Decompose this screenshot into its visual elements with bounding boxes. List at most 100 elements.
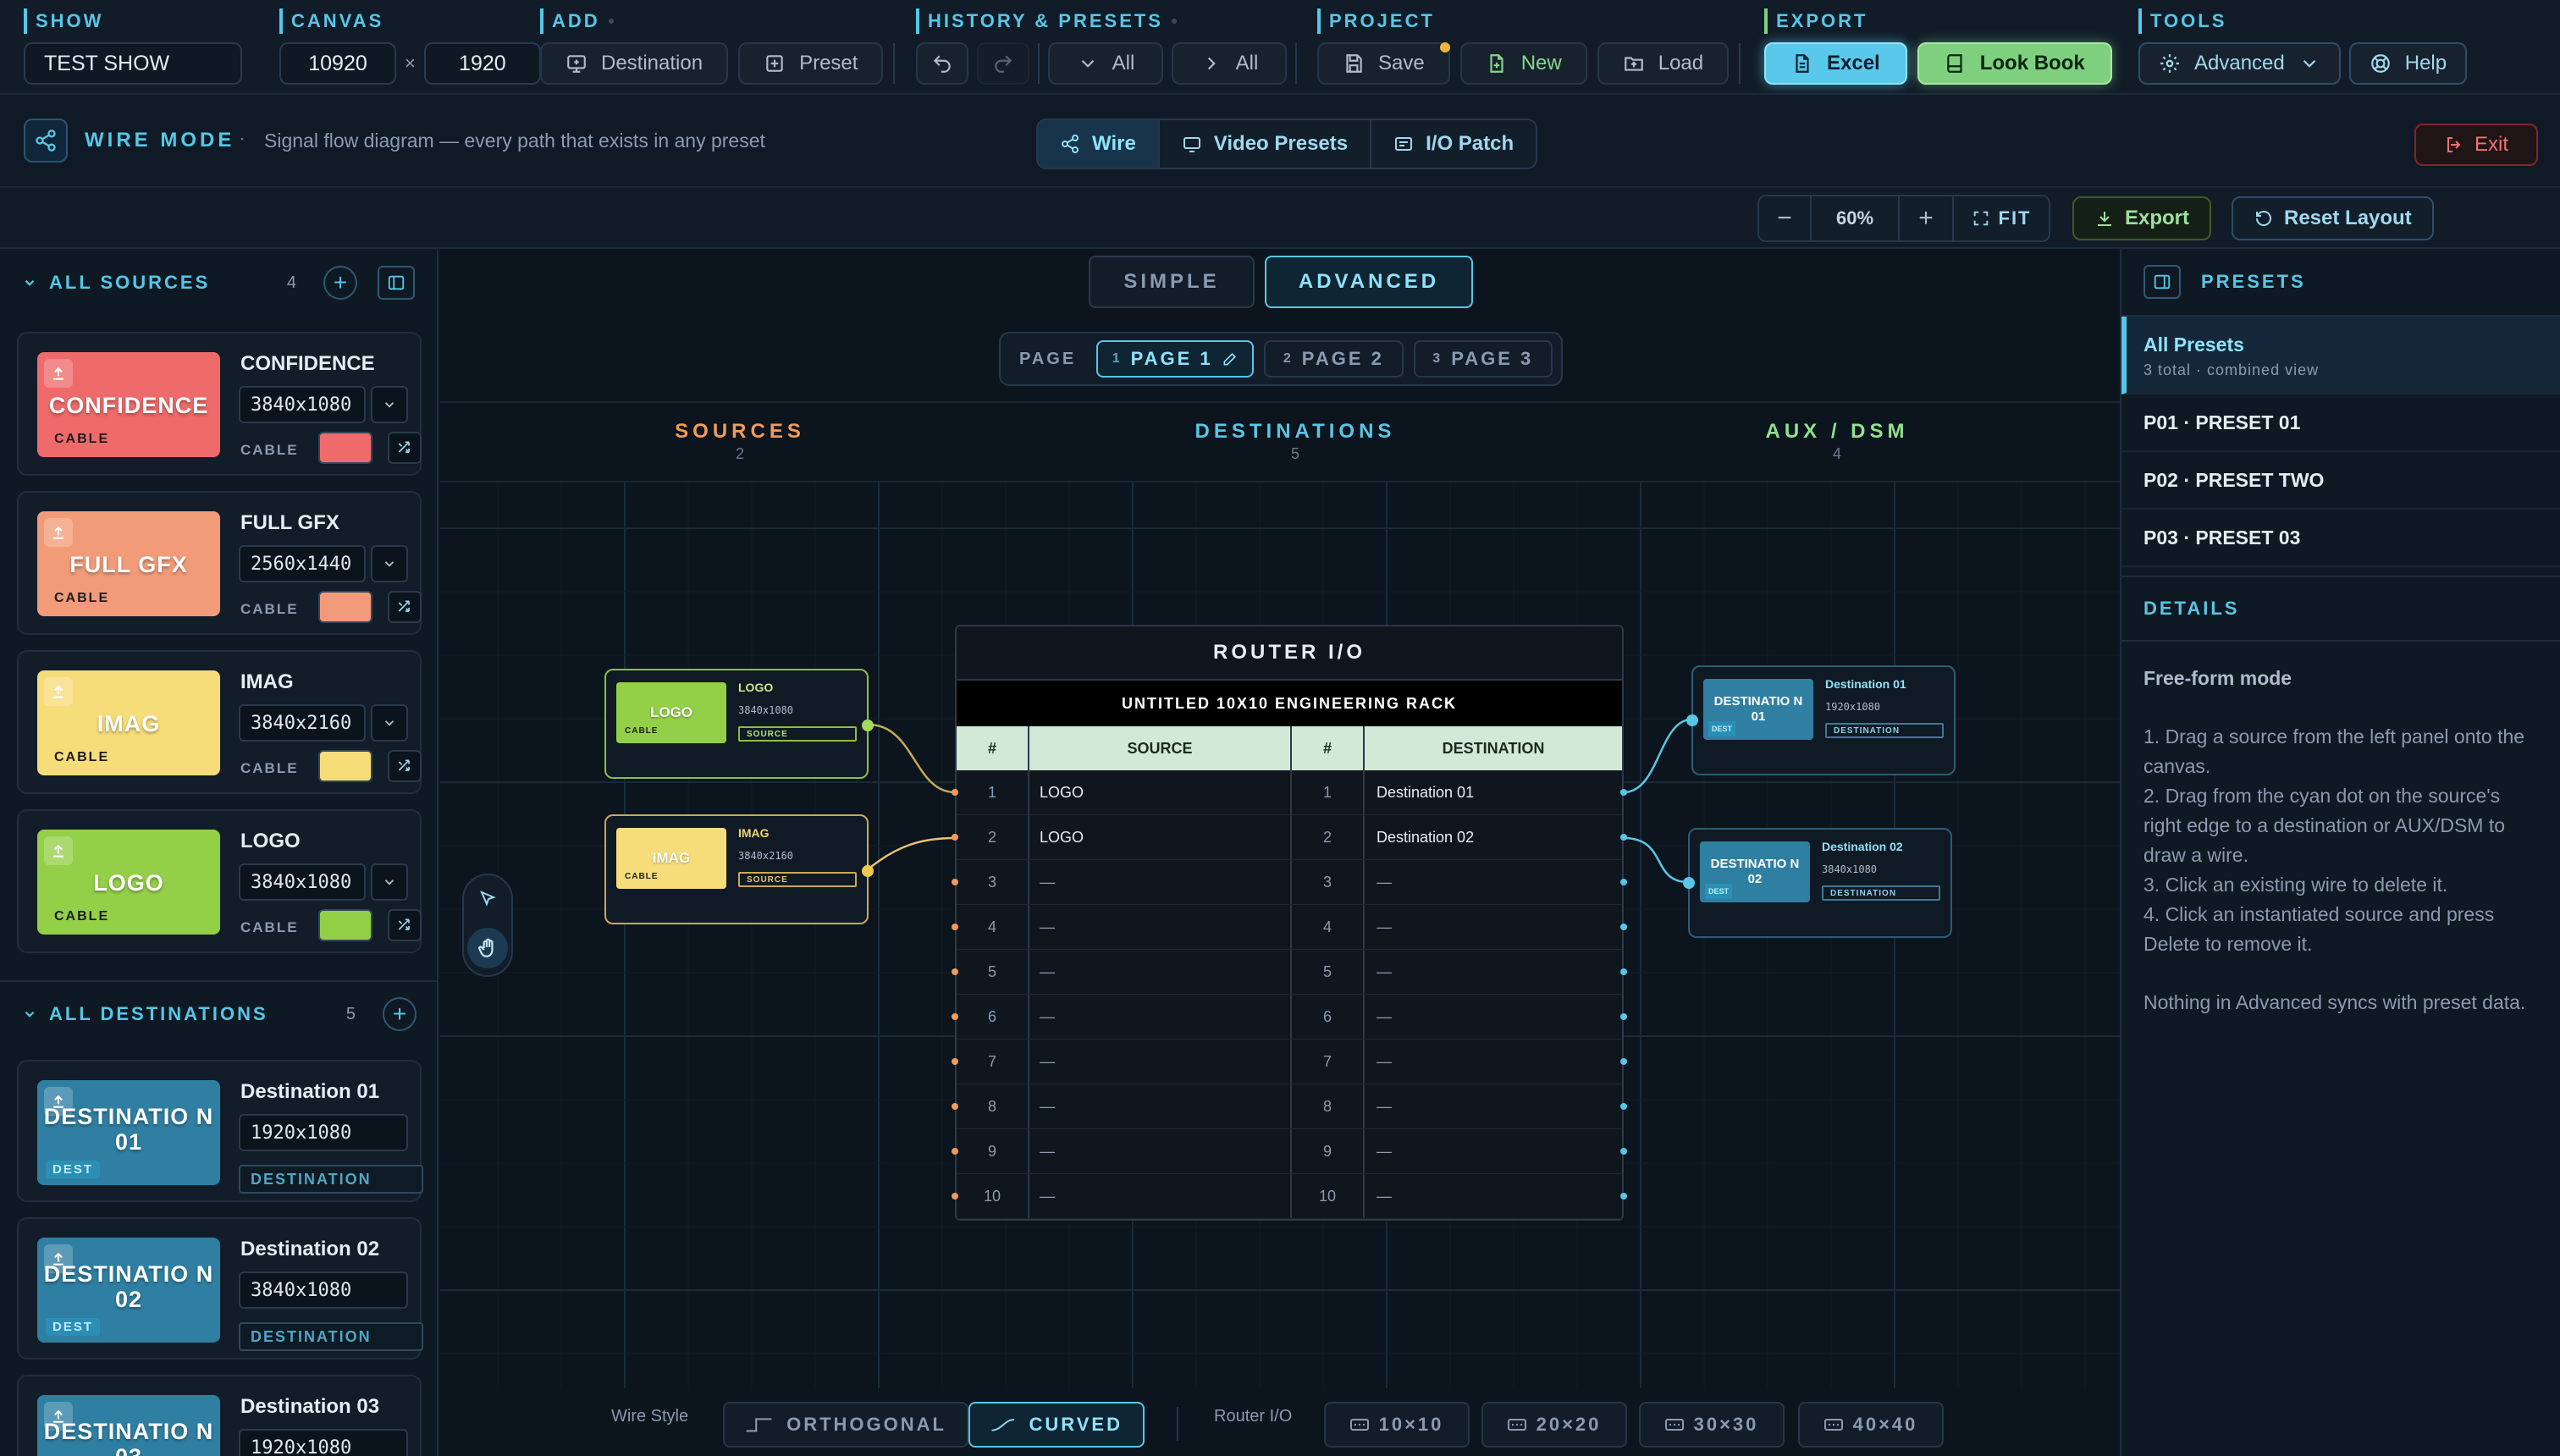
router-dest-cell[interactable]: —	[1365, 1174, 1622, 1218]
router-output-pin[interactable]	[1620, 834, 1627, 841]
wire-router-to-dest01[interactable]	[1623, 718, 1692, 794]
source-resolution-input[interactable]: 3840x1080	[239, 386, 366, 423]
wire-style-orthogonal[interactable]: ORTHOGONAL	[723, 1402, 968, 1448]
wire-canvas[interactable]: SIMPLE ADVANCED PAGE 1 PAGE 1 2 PAGE 2 3…	[440, 249, 2120, 1456]
source-thumbnail[interactable]: IMAG CABLE	[37, 670, 220, 775]
router-row[interactable]: 9—9—	[957, 1129, 1622, 1174]
source-thumbnail[interactable]: LOGO CABLE	[37, 830, 220, 935]
destinations-section-header[interactable]: ALL DESTINATIONS 5 +	[0, 980, 437, 1048]
router-output-pin[interactable]	[1620, 968, 1627, 975]
cable-color-swatch[interactable]	[318, 909, 372, 941]
router-source-cell[interactable]: —	[1029, 905, 1292, 949]
export-layout-button[interactable]: Export	[2072, 196, 2212, 240]
router-size-option[interactable]: 10×10	[1324, 1402, 1470, 1448]
shuffle-button[interactable]	[388, 432, 422, 464]
chevron-down-icon[interactable]	[22, 275, 37, 290]
router-input-pin[interactable]	[952, 1103, 958, 1110]
source-thumbnail[interactable]: CONFIDENCE CABLE	[37, 352, 220, 457]
router-source-cell[interactable]: —	[1029, 1129, 1292, 1173]
router-source-cell[interactable]: —	[1029, 860, 1292, 904]
router-row[interactable]: 7—7—	[957, 1040, 1622, 1084]
router-dest-cell[interactable]: —	[1365, 905, 1622, 949]
destination-resolution-input[interactable]: 1920x1080	[239, 1114, 408, 1151]
preset-item-p03[interactable]: P03 · PRESET 03	[2121, 510, 2560, 567]
advanced-mode-select[interactable]: Advanced	[2138, 42, 2341, 85]
router-input-pin[interactable]	[952, 1058, 958, 1065]
destination-type-field[interactable]: DESTINATION	[239, 1322, 423, 1351]
source-resolution-input[interactable]: 2560x1440	[239, 545, 366, 582]
cable-color-swatch[interactable]	[318, 750, 372, 782]
dest-node-01[interactable]: DESTINATIO N 01 DEST Destination 01 1920…	[1686, 665, 1956, 775]
router-row[interactable]: 5—5—	[957, 950, 1622, 995]
add-destination-button[interactable]: Destination	[540, 42, 729, 85]
router-source-cell[interactable]: LOGO	[1029, 770, 1292, 814]
cable-color-swatch[interactable]	[318, 432, 372, 464]
add-destination-panel-button[interactable]: +	[383, 997, 417, 1031]
destination-thumbnail[interactable]: DESTINATIO N 03DEST	[37, 1395, 220, 1456]
sources-section-header[interactable]: ALL SOURCES 4 +	[0, 249, 437, 317]
tab-video-presets[interactable]: Video Presets	[1160, 120, 1372, 168]
router-source-cell[interactable]: —	[1029, 1084, 1292, 1128]
panel-toggle-button[interactable]	[378, 266, 415, 300]
upload-icon[interactable]	[44, 359, 73, 388]
router-source-cell[interactable]: —	[1029, 950, 1292, 994]
destination-resolution-input[interactable]: 1920x1080	[239, 1429, 408, 1456]
router-size-option[interactable]: 30×30	[1639, 1402, 1785, 1448]
router-row[interactable]: 10—10—	[957, 1174, 1622, 1219]
chevron-down-icon[interactable]	[22, 1007, 37, 1022]
router-input-pin[interactable]	[952, 1013, 958, 1020]
look-book-button[interactable]: Look Book	[1917, 42, 2112, 85]
add-preset-button[interactable]: Preset	[738, 42, 884, 85]
zoom-in-button[interactable]: +	[1900, 196, 1954, 240]
source-card[interactable]: CONFIDENCE CABLE CONFIDENCE 3840x1080 CABLE	[17, 332, 422, 476]
source-thumbnail[interactable]: FULL GFX CABLE	[37, 511, 220, 616]
router-dest-cell[interactable]: Destination 01	[1365, 770, 1622, 814]
cable-color-swatch[interactable]	[318, 591, 372, 623]
shuffle-button[interactable]	[388, 591, 422, 623]
source-node-logo[interactable]: LOGO CABLE LOGO 3840x1080 SOURCE	[604, 669, 874, 779]
resolution-dropdown[interactable]	[371, 545, 408, 582]
router-input-pin[interactable]	[952, 834, 958, 841]
source-resolution-input[interactable]: 3840x1080	[239, 863, 366, 901]
destination-thumbnail[interactable]: DESTINATIO N 01 DEST	[37, 1080, 220, 1185]
upload-icon[interactable]	[44, 518, 73, 547]
router-source-cell[interactable]: —	[1029, 995, 1292, 1039]
source-card[interactable]: FULL GFX CABLE FULL GFX 2560x1440 CABLE	[17, 491, 422, 635]
router-dest-cell[interactable]: —	[1365, 1084, 1622, 1128]
router-output-pin[interactable]	[1620, 789, 1627, 796]
router-input-pin[interactable]	[952, 968, 958, 975]
wire-style-curved[interactable]: CURVED	[968, 1402, 1145, 1448]
all-presets-item[interactable]: All Presets 3 total · combined view	[2121, 317, 2560, 394]
undo-button[interactable]	[916, 42, 968, 85]
upload-icon[interactable]	[44, 677, 73, 706]
resolution-dropdown[interactable]	[371, 863, 408, 901]
wire-router-to-dest02[interactable]	[1623, 836, 1689, 884]
router-row[interactable]: 6—6—	[957, 995, 1622, 1040]
wire-imag-to-router[interactable]	[866, 836, 956, 871]
presets-panel-toggle[interactable]	[2143, 265, 2181, 299]
canvas-width-input[interactable]: 10920	[279, 42, 396, 85]
router-output-pin[interactable]	[1620, 1013, 1627, 1020]
router-input-pin[interactable]	[952, 789, 958, 796]
router-dest-cell[interactable]: —	[1365, 950, 1622, 994]
source-node-imag[interactable]: IMAG CABLE IMAG 3840x2160 SOURCE	[604, 814, 874, 924]
zoom-out-button[interactable]: −	[1759, 196, 1812, 240]
router-input-pin[interactable]	[952, 879, 958, 885]
destination-thumbnail[interactable]: DESTINATIO N 02 DEST	[37, 1238, 220, 1343]
dest-node-02[interactable]: DESTINATIO N 02 DEST Destination 02 3840…	[1683, 828, 1952, 938]
router-source-cell[interactable]: LOGO	[1029, 815, 1292, 859]
router-row[interactable]: 4—4—	[957, 905, 1622, 950]
preset-item-p02[interactable]: P02 · PRESET TWO	[2121, 452, 2560, 510]
router-row[interactable]: 1 LOGO 1 Destination 01	[957, 770, 1622, 815]
show-name-input[interactable]: TEST SHOW	[24, 42, 242, 85]
destination-type-field[interactable]: DESTINATION	[239, 1165, 423, 1194]
router-row[interactable]: 2 LOGO 2 Destination 02	[957, 815, 1622, 860]
router-io-table[interactable]: ROUTER I/O UNTITLED 10X10 ENGINEERING RA…	[955, 625, 1624, 1221]
router-dest-cell[interactable]: —	[1365, 1129, 1622, 1173]
router-input-pin[interactable]	[952, 924, 958, 930]
router-row[interactable]: 3—3—	[957, 860, 1622, 905]
redo-button[interactable]	[977, 42, 1029, 85]
resolution-dropdown[interactable]	[371, 704, 408, 742]
router-source-cell[interactable]: —	[1029, 1174, 1292, 1218]
add-source-button[interactable]: +	[323, 266, 357, 300]
